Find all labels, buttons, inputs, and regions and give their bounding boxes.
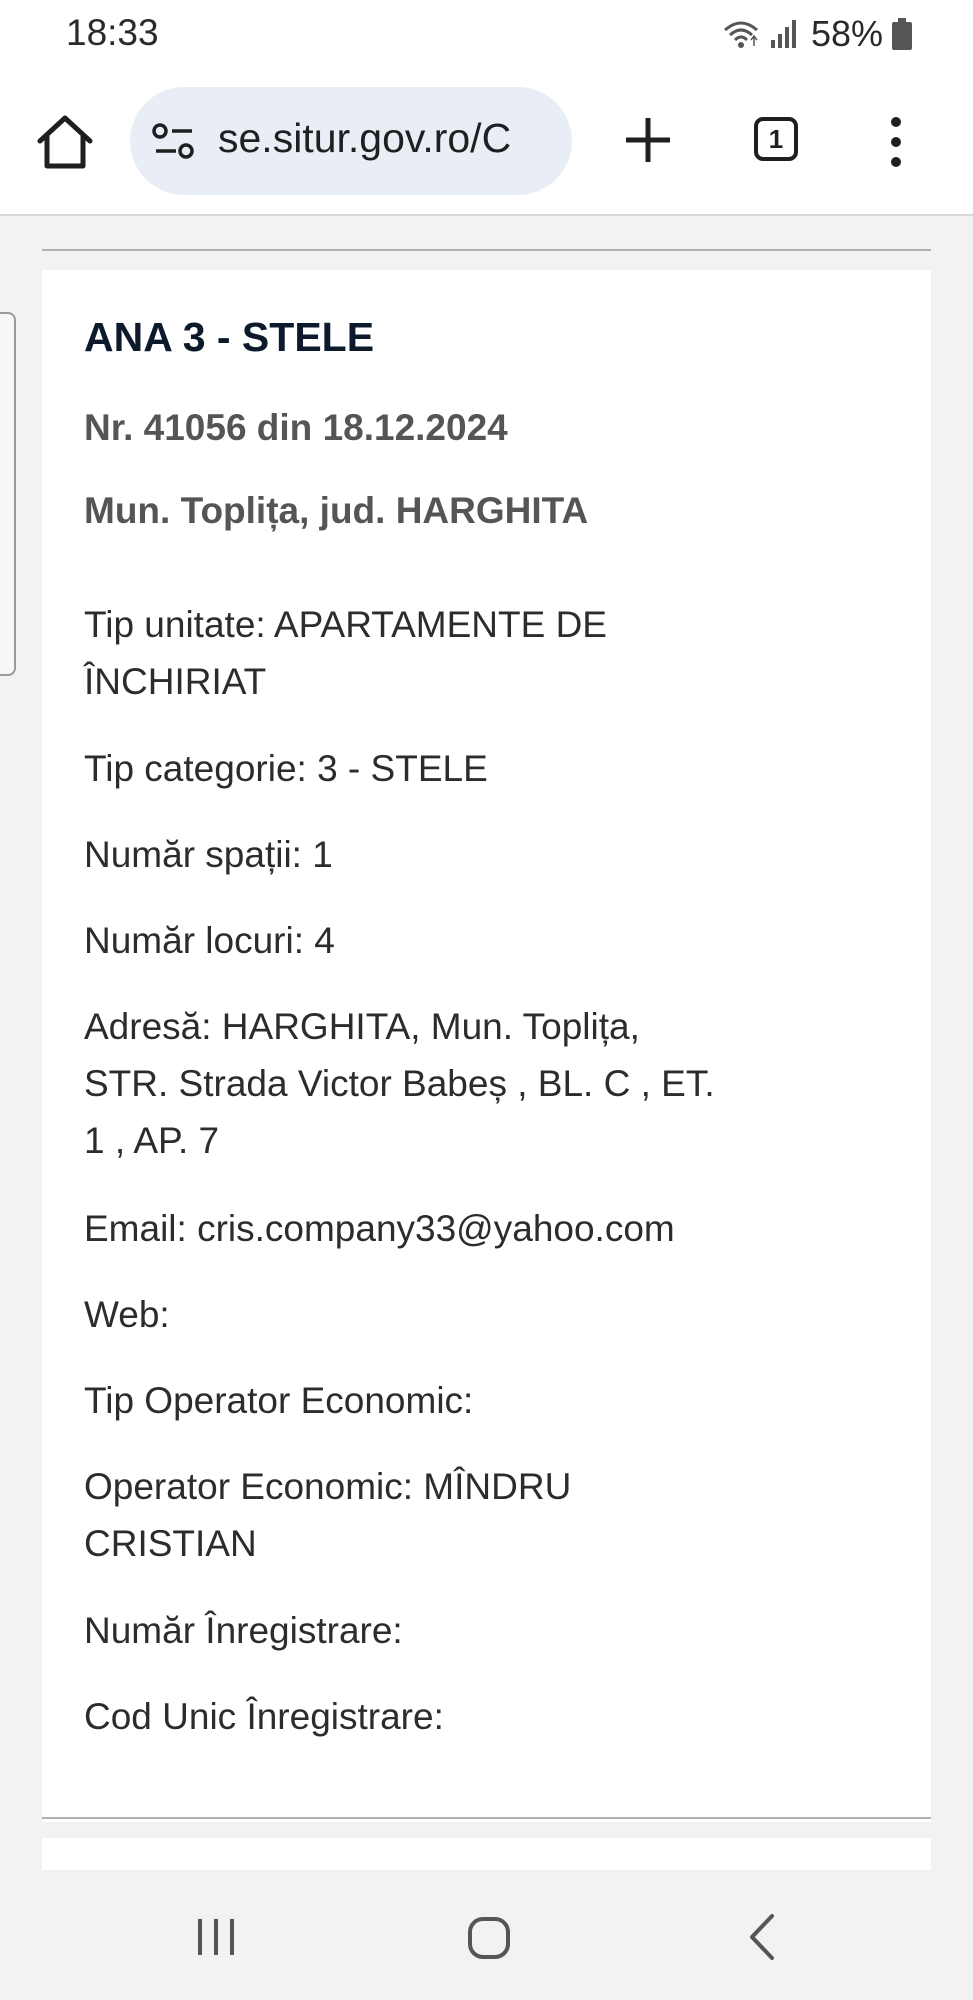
listing-location: Mun. Toplița, jud. HARGHITA xyxy=(84,490,589,531)
status-time: 18:33 xyxy=(66,12,159,53)
unit-type-line1: Tip unitate: APARTAMENTE DE xyxy=(84,604,607,645)
operator-line1: Operator Economic: MÎNDRU xyxy=(84,1466,572,1507)
home-button[interactable] xyxy=(30,108,100,178)
tab-switcher-button[interactable]: 1 xyxy=(754,117,798,161)
operator-line2: CRISTIAN xyxy=(84,1523,257,1564)
field-operator-type: Tip Operator Economic: xyxy=(84,1380,474,1421)
recent-apps-icon xyxy=(198,1919,234,1955)
field-unique-code: Cod Unic Înregistrare: xyxy=(84,1696,444,1737)
field-address: Adresă: HARGHITA, Mun. Toplița, STR. Str… xyxy=(84,998,784,1169)
address-line2: STR. Strada Victor Babeș , BL. C , ET. xyxy=(84,1063,715,1104)
unit-type-line2: ÎNCHIRIAT xyxy=(84,661,267,702)
plus-icon xyxy=(626,118,670,162)
back-button[interactable] xyxy=(744,1912,780,1962)
more-menu-button[interactable] xyxy=(884,114,908,170)
recent-apps-button[interactable] xyxy=(194,1915,238,1959)
status-bar: 18:33 58% xyxy=(0,0,973,70)
url-text[interactable]: se.situr.gov.ro/C xyxy=(218,115,511,162)
back-icon xyxy=(750,1914,774,1960)
tab-count: 1 xyxy=(768,123,784,154)
signal-icon xyxy=(769,18,799,50)
home-circle-icon xyxy=(468,1917,510,1959)
listing-card: ANA 3 - STELE Nr. 41056 din 18.12.2024 M… xyxy=(42,270,931,1822)
field-operator: Operator Economic: MÎNDRU CRISTIAN xyxy=(84,1458,784,1572)
divider-top xyxy=(42,249,931,251)
address-line3: 1 , AP. 7 xyxy=(84,1120,220,1161)
field-places: Număr locuri: 4 xyxy=(84,920,335,961)
browser-toolbar: se.situr.gov.ro/C 1 xyxy=(0,70,973,216)
address-bar[interactable]: se.situr.gov.ro/C xyxy=(130,87,572,195)
divider-bottom xyxy=(42,1817,931,1819)
wifi-icon xyxy=(721,18,761,50)
address-line1: Adresă: HARGHITA, Mun. Toplița, xyxy=(84,1006,640,1047)
field-web: Web: xyxy=(84,1294,170,1335)
next-listing-card xyxy=(42,1838,931,1870)
home-nav-button[interactable] xyxy=(466,1915,512,1961)
home-icon xyxy=(37,115,93,169)
field-reg-number: Număr Înregistrare: xyxy=(84,1610,403,1651)
listing-title: ANA 3 - STELE xyxy=(84,314,375,360)
field-email[interactable]: Email: cris.company33@yahoo.com xyxy=(84,1200,784,1257)
field-spaces: Număr spații: 1 xyxy=(84,834,333,875)
page-content[interactable]: ANA 3 - STELE Nr. 41056 din 18.12.2024 M… xyxy=(0,216,973,1870)
more-vert-icon xyxy=(891,117,901,167)
battery-icon xyxy=(891,17,913,51)
navigation-bar xyxy=(0,1870,973,2000)
status-icons: 58% xyxy=(721,12,913,56)
field-category: Tip categorie: 3 - STELE xyxy=(84,748,488,789)
field-unit-type: Tip unitate: APARTAMENTE DE ÎNCHIRIAT xyxy=(84,596,784,710)
site-settings-icon[interactable] xyxy=(152,121,196,161)
listing-registration: Nr. 41056 din 18.12.2024 xyxy=(84,407,508,448)
new-tab-button[interactable] xyxy=(612,104,684,176)
battery-percent: 58% xyxy=(810,13,883,54)
side-panel-handle[interactable] xyxy=(0,312,16,676)
